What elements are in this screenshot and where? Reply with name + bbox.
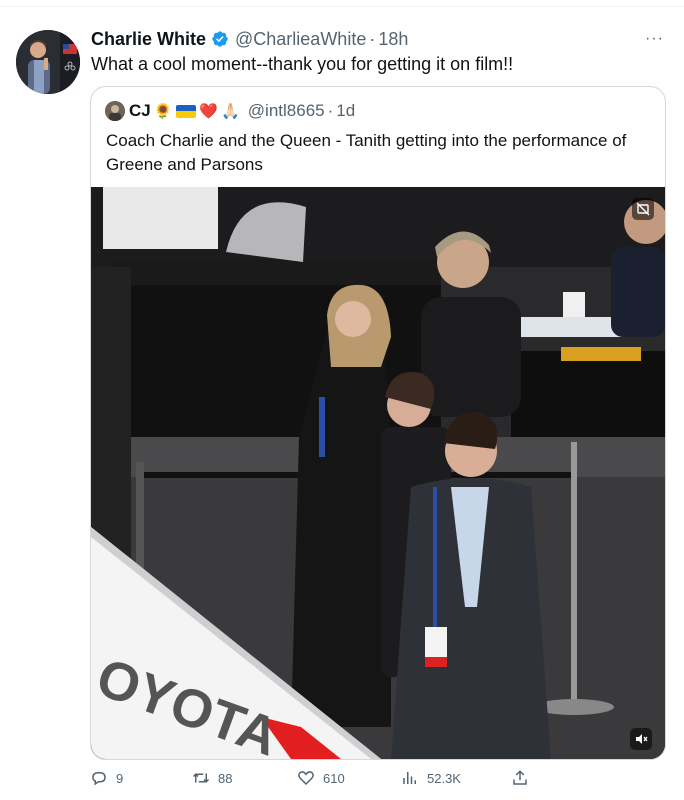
tweet-text: What a cool moment--thank you for gettin… <box>91 54 514 74</box>
like-icon <box>298 771 314 786</box>
mute-icon[interactable] <box>630 728 652 750</box>
more-icon[interactable]: ··· <box>645 30 664 48</box>
share-icon <box>513 770 527 785</box>
ukraine-flag-icon <box>176 104 197 118</box>
media-settings-icon[interactable] <box>632 198 654 220</box>
retweet-button[interactable]: 88 <box>192 766 232 790</box>
quote-separator-dot: · <box>327 101 334 120</box>
quote-avatar[interactable] <box>105 101 125 121</box>
quote-header: CJ 🌻 ❤️ 🙏🏻 @intl8665 · 1d <box>105 99 355 123</box>
views-count: 52.3K <box>427 770 461 786</box>
separator-dot: · <box>369 28 376 49</box>
tweet-header: Charlie White @CharlieaWhite · 18h <box>91 27 408 51</box>
reply-button[interactable]: 9 <box>90 766 123 790</box>
author-avatar[interactable] <box>16 30 80 94</box>
top-divider <box>0 6 684 7</box>
retweet-icon <box>192 773 210 783</box>
praying-hands-emoji: 🙏🏻 <box>221 103 240 120</box>
tweet-time[interactable]: 18h <box>378 29 408 50</box>
quoted-tweet[interactable]: CJ 🌻 ❤️ 🙏🏻 @intl8665 · 1d Coach Charlie … <box>90 86 666 760</box>
share-button[interactable] <box>511 766 537 790</box>
reply-count: 9 <box>116 770 124 786</box>
like-button[interactable]: 610 <box>297 766 345 790</box>
quote-text: Coach Charlie and the Queen - Tanith get… <box>106 131 627 174</box>
reply-icon <box>92 772 106 786</box>
quote-author-name[interactable]: CJ <box>129 101 151 121</box>
heart-emoji: ❤️ <box>199 103 219 120</box>
quote-author-handle[interactable]: @intl8665 <box>248 101 325 121</box>
verified-badge-icon <box>211 30 229 48</box>
action-bar: 9 88 610 52.3K <box>90 766 664 790</box>
views-icon <box>403 772 416 784</box>
video-frame: OYOTA <box>91 187 665 759</box>
views-button[interactable]: 52.3K <box>401 766 461 790</box>
sunflower-emoji: 🌻 <box>153 103 173 120</box>
retweet-count: 88 <box>218 770 233 786</box>
like-count: 610 <box>323 770 345 786</box>
author-name[interactable]: Charlie White <box>91 29 206 50</box>
quote-time[interactable]: 1d <box>336 101 355 121</box>
quote-video[interactable]: OYOTA <box>91 187 665 759</box>
author-handle[interactable]: @CharlieaWhite <box>235 29 366 50</box>
